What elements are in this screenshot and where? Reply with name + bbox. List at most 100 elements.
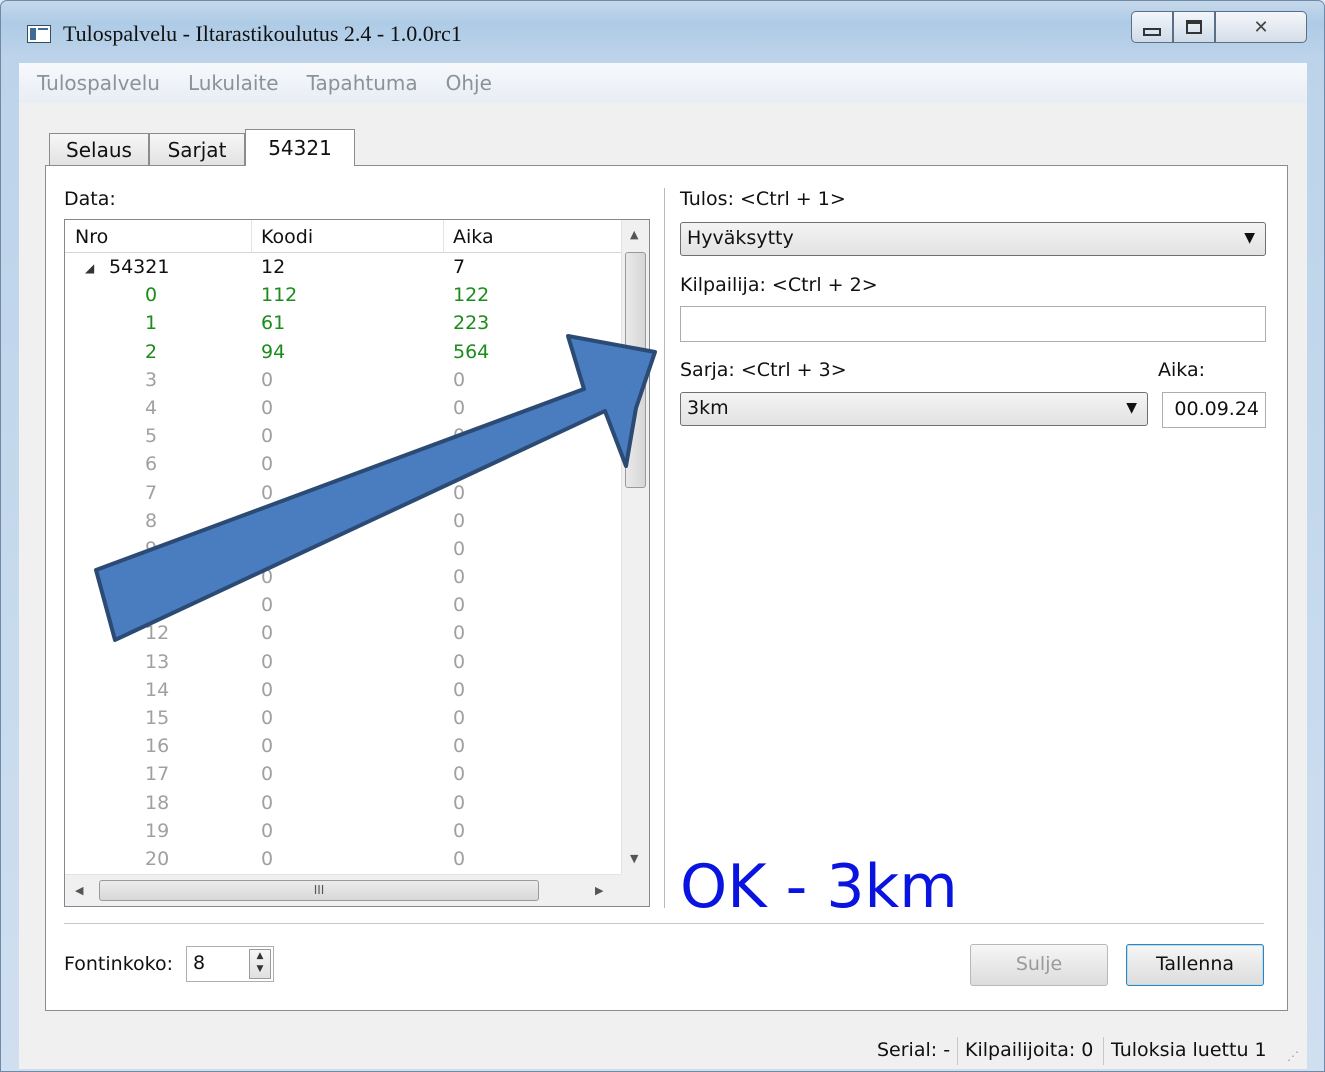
tree-row[interactable]: 17 0 0	[65, 761, 621, 789]
tree-cell-nro: 3	[145, 368, 158, 391]
title-bar[interactable]: Tulospalvelu - Iltarastikoulutus 2.4 - 1…	[1, 1, 1324, 63]
tree-cell-koodi: 0	[261, 594, 274, 617]
horizontal-scroll-thumb[interactable]: III	[99, 880, 539, 901]
spin-down-icon[interactable]: ▼	[250, 963, 270, 976]
tulos-value: Hyväksytty	[687, 227, 794, 249]
tree-row[interactable]: 6 0 0	[65, 451, 621, 479]
tree-row[interactable]: ◢ 54321 12 7	[65, 254, 621, 282]
tab-selaus[interactable]: Selaus	[49, 133, 149, 165]
menu-bar: Tulospalvelu Lukulaite Tapahtuma Ohje	[19, 63, 1307, 104]
tree-row[interactable]: 8 0 0	[65, 508, 621, 536]
font-size-label: Fontinkoko:	[64, 953, 173, 975]
tree-row[interactable]: 11 0 0	[65, 592, 621, 620]
column-separator[interactable]	[251, 220, 252, 252]
menu-lukulaite[interactable]: Lukulaite	[188, 71, 279, 95]
tree-row[interactable]: 9 0 0	[65, 536, 621, 564]
data-tree[interactable]: Nro Koodi Aika ◢ 54321 12 7 0 112 122 1 61 223 2 94…	[64, 219, 650, 907]
font-size-spinbox[interactable]: 8 ▲ ▼	[186, 946, 274, 982]
tree-row[interactable]: 3 0 0	[65, 367, 621, 395]
sarja-label: Sarja: <Ctrl + 3>	[680, 359, 847, 381]
menu-ohje[interactable]: Ohje	[446, 71, 492, 95]
expand-collapse-icon[interactable]: ◢	[85, 261, 94, 275]
tree-cell-koodi: 112	[261, 284, 298, 307]
menu-tapahtuma[interactable]: Tapahtuma	[307, 71, 418, 95]
tree-row[interactable]: 18 0 0	[65, 790, 621, 818]
tree-rows: ◢ 54321 12 7 0 112 122 1 61 223 2 94 564 3 0 0 4 0 0 5 0 0 6 0 0…	[65, 254, 621, 874]
tree-row[interactable]: 10 0 0	[65, 564, 621, 592]
scroll-left-icon[interactable]: ◀	[75, 884, 83, 897]
tree-row[interactable]: 2 94 564	[65, 339, 621, 367]
tree-cell-koodi: 0	[261, 735, 274, 758]
spin-up-icon[interactable]: ▲	[250, 950, 270, 963]
tree-row[interactable]: 4 0 0	[65, 395, 621, 423]
tree-cell-aika: 0	[453, 509, 466, 532]
tree-row[interactable]: 5 0 0	[65, 423, 621, 451]
tree-header: Nro Koodi Aika	[65, 220, 621, 253]
tree-row[interactable]: 14 0 0	[65, 677, 621, 705]
tree-cell-aika: 0	[453, 819, 466, 842]
minimize-button[interactable]	[1131, 11, 1173, 43]
column-separator[interactable]	[443, 220, 444, 252]
tree-cell-nro: 54321	[109, 256, 170, 278]
horizontal-scrollbar[interactable]: ◀ III ▶	[65, 874, 621, 906]
tree-row[interactable]: 15 0 0	[65, 705, 621, 733]
tree-cell-nro: 6	[145, 453, 158, 476]
tab-sarjat[interactable]: Sarjat	[149, 133, 245, 165]
tree-cell-aika: 0	[453, 594, 466, 617]
close-button[interactable]: ✕	[1215, 11, 1307, 43]
data-label: Data:	[64, 188, 116, 210]
column-header-koodi[interactable]: Koodi	[261, 226, 313, 248]
kilpailija-label: Kilpailija: <Ctrl + 2>	[680, 274, 878, 296]
panel-splitter[interactable]	[664, 188, 665, 908]
scroll-up-icon[interactable]: ▲	[630, 228, 638, 241]
tree-row[interactable]: 7 0 0	[65, 480, 621, 508]
tree-row[interactable]: 0 112 122	[65, 282, 621, 310]
dropdown-arrow-icon: ▼	[1244, 230, 1255, 246]
tree-row[interactable]: 20 0 0	[65, 846, 621, 874]
kilpailija-input[interactable]	[680, 306, 1266, 342]
column-header-nro[interactable]: Nro	[75, 226, 108, 248]
tree-cell-aika: 0	[453, 566, 466, 589]
tree-cell-aika: 0	[453, 453, 466, 476]
sulje-button[interactable]: Sulje	[970, 944, 1108, 986]
tree-cell-koodi: 0	[261, 650, 274, 673]
scroll-right-icon[interactable]: ▶	[595, 884, 603, 897]
menu-tulospalvelu[interactable]: Tulospalvelu	[37, 71, 160, 95]
scroll-down-icon[interactable]: ▼	[630, 852, 638, 865]
tree-cell-nro: 7	[145, 481, 158, 504]
tree-cell-aika: 0	[453, 735, 466, 758]
tree-cell-koodi: 61	[261, 312, 286, 335]
app-icon[interactable]	[27, 25, 51, 43]
column-header-aika[interactable]: Aika	[453, 226, 494, 248]
tallenna-button[interactable]: Tallenna	[1126, 944, 1264, 986]
maximize-button[interactable]	[1173, 11, 1215, 43]
tree-cell-nro: 1	[145, 312, 158, 335]
tree-cell-nro: 4	[145, 396, 158, 419]
scroll-corner	[621, 874, 649, 906]
resize-grip-icon[interactable]: ⋰	[1287, 1049, 1299, 1063]
tree-cell-aika: 564	[453, 340, 490, 363]
tree-row[interactable]: 16 0 0	[65, 733, 621, 761]
tree-row[interactable]: 13 0 0	[65, 649, 621, 677]
tree-cell-aika: 0	[453, 763, 466, 786]
tree-cell-koodi: 0	[261, 791, 274, 814]
vertical-scrollbar[interactable]: ▲ ▼	[621, 220, 649, 874]
sarja-select[interactable]: 3km ▼	[680, 392, 1148, 426]
vertical-scroll-thumb[interactable]	[625, 252, 646, 488]
spin-buttons[interactable]: ▲ ▼	[249, 949, 271, 979]
tulos-select[interactable]: Hyväksytty ▼	[680, 222, 1266, 256]
tree-cell-koodi: 0	[261, 481, 274, 504]
tree-cell-aika: 0	[453, 396, 466, 419]
tree-cell-aika: 0	[453, 707, 466, 729]
tree-row[interactable]: 19 0 0	[65, 818, 621, 846]
tree-cell-nro: 9	[145, 537, 158, 560]
tree-row[interactable]: 1 61 223	[65, 310, 621, 338]
tab-54321[interactable]: 54321	[245, 129, 355, 166]
tree-cell-aika: 223	[453, 312, 490, 335]
tree-cell-koodi: 0	[261, 819, 274, 842]
tree-cell-koodi: 94	[261, 340, 286, 363]
aika-input[interactable]: 00.09.24	[1162, 392, 1266, 428]
tree-row[interactable]: 12 0 0	[65, 620, 621, 648]
tree-cell-aika: 0	[453, 678, 466, 701]
close-icon: ✕	[1253, 16, 1269, 38]
